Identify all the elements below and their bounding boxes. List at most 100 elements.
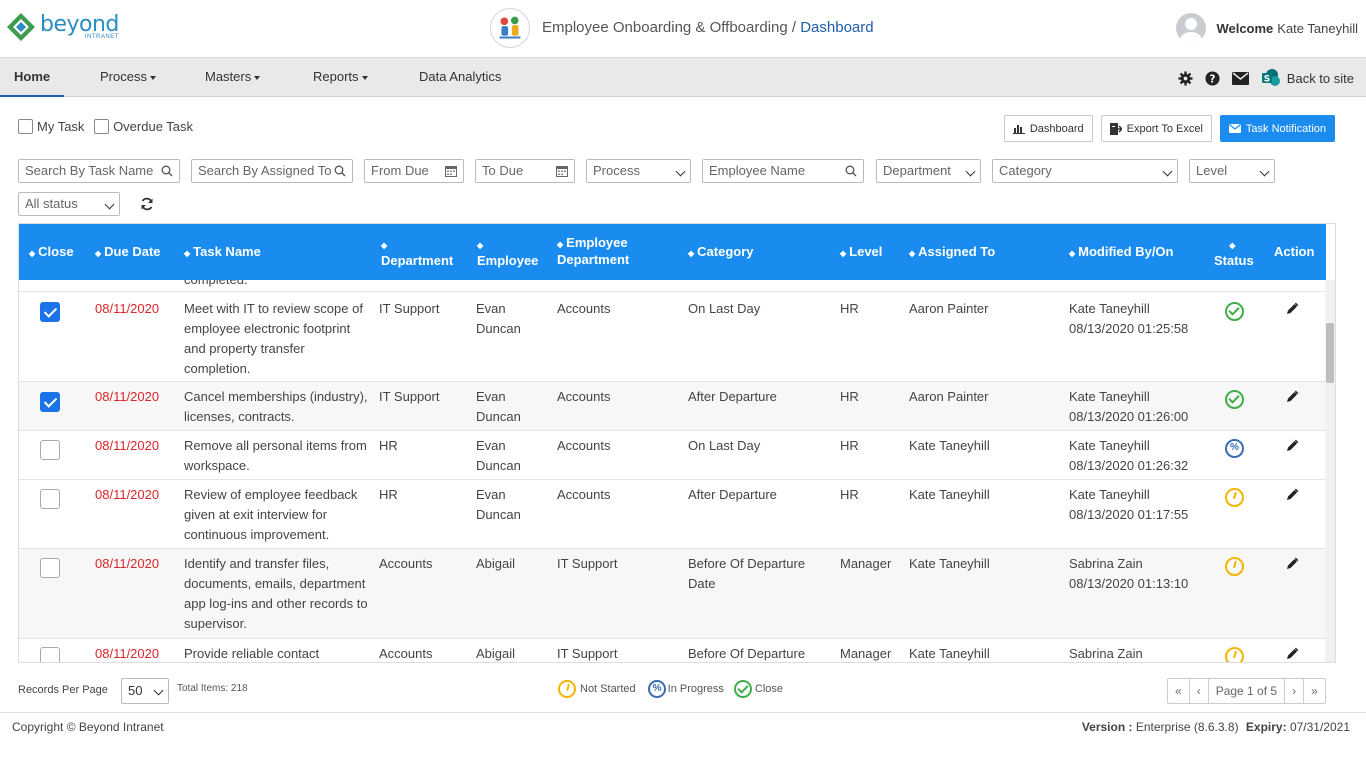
employee: Evan Duncan bbox=[476, 487, 521, 522]
user-area[interactable]: Welcome Kate Taneyhill bbox=[1176, 13, 1358, 43]
col-due-date[interactable]: ◆ Due Date bbox=[95, 244, 161, 261]
col-assigned-to[interactable]: ◆ Assigned To bbox=[909, 244, 995, 261]
prev-page-button[interactable]: ‹ bbox=[1190, 679, 1209, 703]
employee-department: Accounts bbox=[557, 301, 611, 316]
col-close[interactable]: ◆ Close bbox=[29, 244, 74, 261]
col-task-name[interactable]: ◆ Task Name bbox=[184, 244, 261, 261]
category: After Departure bbox=[688, 389, 777, 404]
envelope-icon bbox=[1228, 124, 1241, 133]
task-notification-button[interactable]: Task Notification bbox=[1219, 115, 1335, 142]
nav-process[interactable]: Process bbox=[100, 58, 156, 97]
scrollbar-thumb[interactable] bbox=[1326, 323, 1334, 383]
status-select-value: All status bbox=[25, 196, 78, 211]
legend-in-progress: In Progress bbox=[667, 683, 724, 695]
process-select[interactable]: Process bbox=[586, 159, 691, 183]
next-page-button[interactable]: › bbox=[1285, 679, 1305, 703]
status-icon bbox=[1225, 647, 1244, 662]
modified-on: 08/13/2020 01:26:32 bbox=[1069, 458, 1189, 473]
nav-data-analytics[interactable]: Data Analytics bbox=[419, 58, 501, 97]
col-category[interactable]: ◆ Category bbox=[688, 244, 754, 261]
from-due-date-input[interactable]: From Due bbox=[364, 159, 464, 183]
search-icon bbox=[161, 165, 173, 177]
nav-home[interactable]: Home bbox=[0, 58, 65, 97]
close-checkbox[interactable] bbox=[40, 647, 60, 662]
col-level[interactable]: ◆ Level bbox=[840, 244, 882, 261]
col-department[interactable]: ◆ Department bbox=[381, 236, 453, 268]
legend-close: Close bbox=[754, 683, 784, 695]
col-employee[interactable]: ◆ Employee bbox=[477, 236, 538, 268]
back-to-site-link[interactable]: S Back to site bbox=[1261, 68, 1354, 88]
gear-icon[interactable] bbox=[1178, 70, 1193, 86]
employee: Evan Duncan bbox=[476, 301, 521, 336]
nav-reports[interactable]: Reports bbox=[313, 58, 368, 97]
level-select[interactable]: Level bbox=[1189, 159, 1275, 183]
col-employee-department-label: Employee Department bbox=[557, 235, 630, 267]
back-to-site-label: Back to site bbox=[1286, 70, 1354, 86]
assigned-to: Aaron Painter bbox=[909, 301, 989, 316]
nav-masters[interactable]: Masters bbox=[205, 58, 261, 97]
table-row[interactable]: 08/11/2020 Cancel memberships (industry)… bbox=[19, 382, 1326, 431]
close-checkbox[interactable] bbox=[40, 440, 60, 460]
mail-icon[interactable] bbox=[1231, 71, 1249, 85]
edit-pencil-icon[interactable] bbox=[1285, 439, 1299, 453]
chevron-down-icon bbox=[1162, 166, 1173, 177]
table-row[interactable]: 08/11/2020 Remove all personal items fro… bbox=[19, 431, 1326, 480]
first-page-button[interactable]: « bbox=[1168, 679, 1190, 703]
edit-pencil-icon[interactable] bbox=[1285, 647, 1299, 661]
to-due-date-input[interactable]: To Due bbox=[475, 159, 575, 183]
col-status[interactable]: ◆ Status bbox=[1214, 236, 1254, 268]
export-icon bbox=[1109, 122, 1122, 135]
task-name: Provide reliable contact bbox=[184, 646, 320, 661]
col-modified[interactable]: ◆ Modified By/On bbox=[1069, 244, 1174, 261]
records-per-page-select[interactable]: 50 bbox=[121, 678, 169, 704]
last-page-button[interactable]: » bbox=[1304, 679, 1325, 703]
help-icon[interactable]: ? bbox=[1205, 70, 1220, 86]
table-row[interactable]: 08/11/2020 Provide reliable contact Acco… bbox=[19, 639, 1326, 662]
page-footer: Copyright © Beyond Intranet Version : En… bbox=[0, 712, 1366, 742]
refresh-icon[interactable] bbox=[140, 197, 154, 211]
edit-pencil-icon[interactable] bbox=[1285, 390, 1299, 404]
assigned-to: Kate Taneyhill bbox=[909, 438, 990, 453]
modified-by: Kate Taneyhill bbox=[1069, 438, 1150, 453]
status-icon bbox=[1225, 488, 1244, 507]
modified-by: Sabrina Zain bbox=[1069, 556, 1143, 571]
col-employee-department[interactable]: ◆ Employee Department bbox=[557, 235, 657, 267]
modified-on: 08/13/2020 01:25:58 bbox=[1069, 321, 1189, 336]
department-select[interactable]: Department bbox=[876, 159, 981, 183]
breadcrumb-dashboard[interactable]: Dashboard bbox=[800, 19, 873, 36]
overdue-task-checkbox[interactable] bbox=[94, 119, 110, 135]
edit-pencil-icon[interactable] bbox=[1285, 557, 1299, 571]
dashboard-button[interactable]: Dashboard bbox=[1003, 115, 1093, 142]
chevron-down-icon bbox=[104, 199, 115, 210]
due-date: 08/11/2020 bbox=[95, 438, 160, 453]
category-select[interactable]: Category bbox=[992, 159, 1178, 183]
status-icon bbox=[1225, 390, 1244, 409]
table-row[interactable]: 08/11/2020 Identify and transfer files, … bbox=[19, 549, 1326, 639]
toolbar-buttons: Dashboard Export To Excel Task Notificat… bbox=[1003, 115, 1335, 142]
nav-reports-label: Reports bbox=[313, 69, 359, 84]
beyond-logo[interactable]: beyond INTRANET bbox=[6, 12, 119, 42]
my-task-checkbox[interactable] bbox=[18, 119, 33, 135]
task-name-search-input[interactable]: Search By Task Name bbox=[18, 159, 180, 183]
col-modified-label: Modified By/On bbox=[1078, 244, 1174, 259]
close-checkbox[interactable] bbox=[40, 302, 60, 322]
assigned-to-search-input[interactable]: Search By Assigned To bbox=[191, 159, 353, 183]
edit-pencil-icon[interactable] bbox=[1285, 488, 1299, 502]
export-excel-label: Export To Excel bbox=[1126, 122, 1203, 135]
close-checkbox[interactable] bbox=[40, 558, 60, 578]
close-checkbox[interactable] bbox=[40, 392, 60, 412]
not-started-icon bbox=[558, 680, 576, 698]
col-assigned-to-label: Assigned To bbox=[918, 244, 996, 259]
level: HR bbox=[840, 301, 859, 316]
table-row[interactable]: 08/11/2020 Review of employee feedback g… bbox=[19, 480, 1326, 549]
status-select[interactable]: All status bbox=[18, 192, 120, 216]
department: HR bbox=[379, 438, 398, 453]
export-excel-button[interactable]: Export To Excel bbox=[1100, 115, 1212, 142]
table-row[interactable]: 08/11/2020 Meet with IT to review scope … bbox=[19, 292, 1326, 382]
employee-name-search-input[interactable]: Employee Name bbox=[702, 159, 864, 183]
table-scrollbar[interactable] bbox=[1325, 280, 1335, 662]
edit-pencil-icon[interactable] bbox=[1285, 302, 1299, 316]
avatar[interactable] bbox=[1176, 13, 1207, 43]
department: IT Support bbox=[379, 389, 440, 404]
close-checkbox[interactable] bbox=[40, 489, 60, 509]
